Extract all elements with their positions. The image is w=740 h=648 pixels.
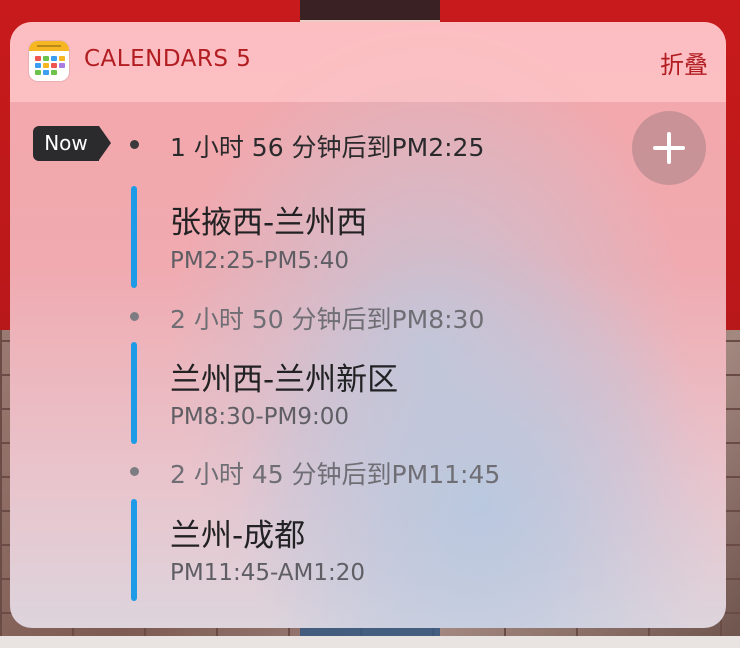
timeline-dot [130,312,139,321]
timeline-dot [130,140,139,149]
event-title[interactable]: 兰州-成都 [170,510,305,555]
timeline-dot [130,467,139,476]
event-countdown: 1 小时 56 分钟后到PM2:25 [170,133,485,162]
event-time: PM11:45-AM1:20 [170,560,366,586]
event-color-bar [131,499,137,601]
calendar-widget: CALENDARS 5 折叠 Now 1 小时 56 分钟后到PM2:25 张掖… [10,22,726,628]
event-countdown: 2 小时 50 分钟后到PM8:30 [170,305,485,334]
event-color-bar [131,186,137,288]
plus-icon[interactable] [632,111,706,185]
event-title[interactable]: 张掖西-兰州西 [170,197,367,242]
next-widget-edge [0,636,740,648]
event-countdown: 2 小时 45 分钟后到PM11:45 [170,460,501,489]
widget-app-title: CALENDARS 5 [84,46,252,72]
event-title[interactable]: 兰州西-兰州新区 [170,354,398,399]
event-color-bar [131,342,137,444]
event-time: PM2:25-PM5:40 [170,248,350,274]
calendars-app-icon[interactable] [29,41,69,81]
widget-header: CALENDARS 5 折叠 [10,22,726,102]
collapse-button[interactable]: 折叠 [660,45,708,80]
event-time: PM8:30-PM9:00 [170,404,350,430]
now-badge: Now [33,126,111,161]
